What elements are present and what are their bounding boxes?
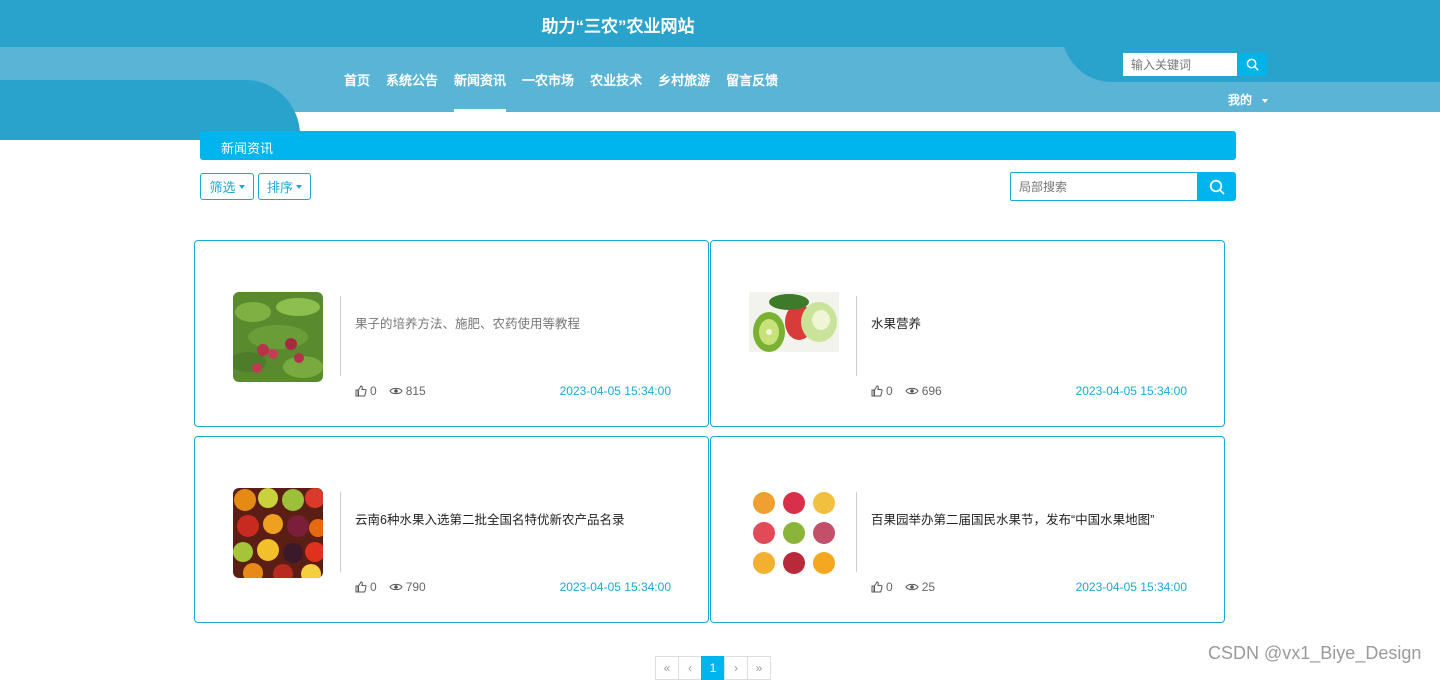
chevron-down-icon (238, 184, 245, 189)
eye-icon (905, 583, 919, 591)
search-icon (1209, 179, 1225, 195)
eye-icon (905, 387, 919, 395)
watermark: CSDN @vx1_Biye_Design (1208, 643, 1422, 663)
view-count: 696 (921, 384, 942, 398)
page-prev-button[interactable]: ‹ (678, 656, 702, 680)
peach-tree-icon (233, 292, 323, 382)
site-title: 助力“三农”农业网站 (541, 17, 695, 36)
mixed-fruit-icon (233, 488, 323, 578)
page-next-button[interactable]: › (724, 656, 748, 680)
user-menu[interactable]: 我的 (1228, 91, 1269, 108)
nav-item-market[interactable]: 一农市场 (514, 47, 582, 112)
nav-item-news[interactable]: 新闻资讯 (446, 47, 514, 112)
user-menu-label: 我的 (1228, 93, 1253, 107)
chevron-down-icon (1262, 98, 1269, 103)
news-card[interactable]: 云南6种水果入选第二批全国名特优新农产品名录 0 790 2023-04-05 … (194, 436, 709, 623)
section-header: 新闻资讯 (200, 131, 1236, 160)
card-divider (856, 296, 857, 376)
news-title[interactable]: 云南6种水果入选第二批全国名特优新农产品名录 (355, 509, 624, 528)
thumbs-up-icon[interactable] (355, 581, 367, 593)
like-count: 0 (370, 580, 377, 594)
thumbs-up-icon[interactable] (871, 385, 883, 397)
like-count: 0 (886, 580, 893, 594)
view-count: 815 (405, 384, 426, 398)
news-date: 2023-04-05 15:34:00 (559, 384, 671, 398)
kiwi-fruit-icon (749, 292, 839, 352)
thumbs-up-icon[interactable] (355, 385, 367, 397)
news-title[interactable]: 百果园举办第二届国民水果节，发布“中国水果地图” (871, 509, 1154, 528)
sort-label: 排序 (266, 180, 293, 195)
nav-item-announcements[interactable]: 系统公告 (378, 47, 446, 112)
view-count: 25 (921, 580, 936, 594)
news-date: 2023-04-05 15:34:00 (1075, 384, 1187, 398)
news-title[interactable]: 果子的培养方法、施肥、农药使用等教程 (355, 313, 580, 332)
sort-dropdown[interactable]: 排序 (258, 173, 311, 200)
nav-item-home[interactable]: 首页 (336, 47, 378, 112)
nav-item-agri-tech[interactable]: 农业技术 (582, 47, 650, 112)
page-first-button[interactable]: « (655, 656, 679, 680)
header-search-button[interactable] (1237, 53, 1267, 76)
like-count: 0 (886, 384, 893, 398)
card-divider (340, 296, 341, 376)
local-search-input[interactable] (1010, 172, 1198, 201)
main-nav: 首页 系统公告 新闻资讯 一农市场 农业技术 乡村旅游 留言反馈 (336, 47, 786, 112)
section-title: 新闻资讯 (221, 141, 274, 156)
view-count: 790 (405, 580, 426, 594)
local-search-button[interactable] (1197, 172, 1236, 201)
chevron-down-icon (296, 184, 302, 189)
eye-icon (389, 387, 403, 395)
fruit-grid-icon (749, 488, 839, 578)
like-count: 0 (370, 384, 377, 398)
news-meta: 0 815 (355, 384, 438, 398)
filter-label: 筛选 (209, 180, 236, 195)
thumbs-up-icon[interactable] (871, 581, 883, 593)
news-card[interactable]: 水果营养 0 696 2023-04-05 15:34:00 (710, 240, 1225, 427)
nav-item-feedback[interactable]: 留言反馈 (718, 47, 786, 112)
news-meta: 0 696 (871, 384, 954, 398)
page-current[interactable]: 1 (701, 656, 725, 680)
search-icon (1246, 58, 1259, 71)
card-divider (340, 492, 341, 572)
pagination: « ‹ 1 › » (655, 656, 771, 680)
eye-icon (389, 583, 403, 591)
news-card[interactable]: 果子的培养方法、施肥、农药使用等教程 0 815 2023-04-05 15:3… (194, 240, 709, 427)
filter-dropdown[interactable]: 筛选 (200, 173, 254, 200)
news-meta: 0 25 (871, 580, 947, 594)
news-date: 2023-04-05 15:34:00 (559, 580, 671, 594)
nav-item-rural-tourism[interactable]: 乡村旅游 (650, 47, 718, 112)
news-date: 2023-04-05 15:34:00 (1075, 580, 1187, 594)
page-last-button[interactable]: » (747, 656, 771, 680)
news-title[interactable]: 水果营养 (871, 313, 921, 332)
news-meta: 0 790 (355, 580, 438, 594)
card-divider (856, 492, 857, 572)
header-search-input[interactable] (1123, 53, 1237, 76)
news-card[interactable]: 百果园举办第二届国民水果节，发布“中国水果地图” 0 25 2023-04-05… (710, 436, 1225, 623)
